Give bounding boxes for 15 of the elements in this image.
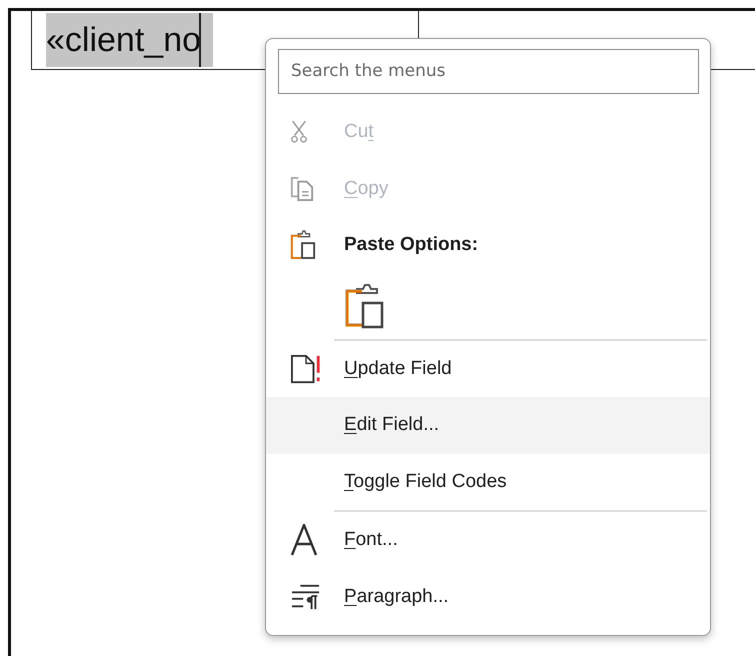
- letter-a-icon: [290, 524, 318, 556]
- scissors-icon: [290, 120, 308, 144]
- menu-heading: Paste Options:: [266, 216, 710, 274]
- merge-field: «client_no: [46, 13, 214, 67]
- menu-item[interactable]: Font...: [266, 512, 710, 568]
- copy-icon: [290, 176, 314, 202]
- clipboard-icon: [290, 230, 316, 260]
- menu-item[interactable]: Paragraph...: [266, 568, 710, 625]
- menu-item[interactable]: Edit Field...: [266, 397, 710, 454]
- paragraph-icon: [290, 582, 322, 611]
- menu-item[interactable]: Update Field: [266, 340, 710, 398]
- clipboard-icon[interactable]: [344, 283, 384, 330]
- search-field[interactable]: Search the menus: [278, 49, 699, 94]
- menu-item[interactable]: Toggle Field Codes: [266, 454, 710, 510]
- page-alert-icon: [290, 354, 322, 384]
